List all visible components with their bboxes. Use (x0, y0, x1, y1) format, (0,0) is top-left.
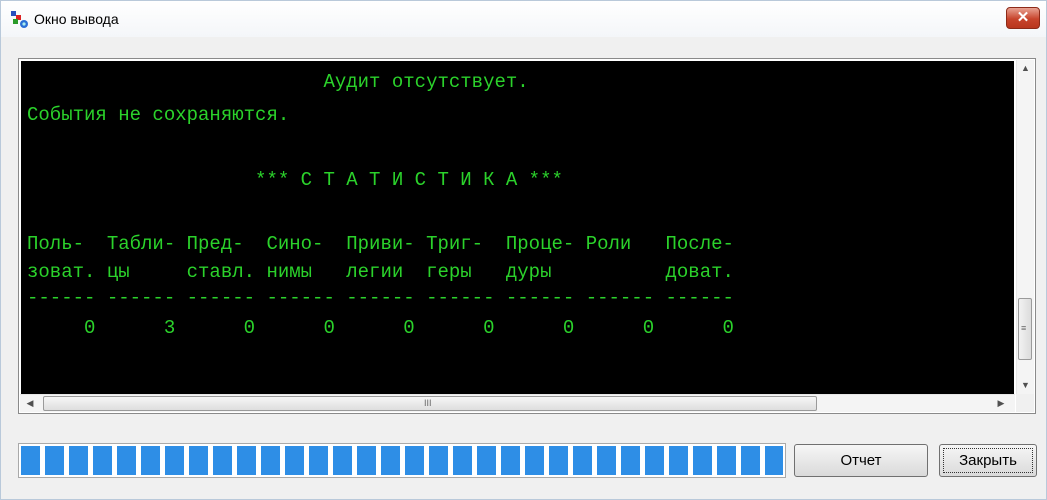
close-window-button[interactable]: ✕ (1006, 7, 1040, 29)
title-bar[interactable]: Окно вывода ✕ (1, 1, 1046, 37)
output-line-audit: Аудит отсутствует. (27, 71, 529, 93)
horizontal-scrollbar[interactable]: ◀ III ▶ (20, 394, 1015, 412)
close-button[interactable]: Закрыть (939, 444, 1037, 477)
h-grip-icon: III (424, 398, 432, 408)
scroll-left-arrow-icon[interactable]: ◀ (23, 395, 37, 412)
output-line-stat-header: *** С Т А Т И С Т И К А *** (27, 169, 563, 191)
output-line-events: События не сохраняются. (27, 104, 290, 126)
output-line-columns-1: Поль- Табли- Пред- Сино- Приви- Триг- Пр… (27, 233, 734, 255)
output-window: Окно вывода ✕ Аудит отсутствует. События… (0, 0, 1047, 500)
scroll-down-arrow-icon[interactable]: ▼ (1017, 377, 1034, 394)
window-title: Окно вывода (34, 11, 119, 27)
v-grip-icon: ≡ (1021, 323, 1027, 333)
report-button[interactable]: Отчет (794, 444, 928, 477)
output-window-icon (10, 10, 30, 30)
output-line-columns-2: зоват. цы ставл. нимы легии геры дуры до… (27, 261, 734, 283)
progress-bar (18, 443, 786, 478)
scroll-right-arrow-icon[interactable]: ▶ (994, 395, 1008, 412)
output-text-area[interactable]: Аудит отсутствует. События не сохраняютс… (21, 61, 1014, 394)
output-line-values: 0 3 0 0 0 0 0 0 0 (27, 317, 734, 339)
progress-bar-fill (21, 446, 783, 475)
scrollbar-corner (1016, 394, 1034, 412)
output-line-separator: ------ ------ ------ ------ ------ -----… (27, 287, 734, 309)
close-icon: ✕ (1016, 9, 1030, 26)
close-button-label: Закрыть (943, 448, 1033, 473)
vertical-scroll-thumb[interactable]: ≡ (1018, 298, 1032, 360)
scroll-up-arrow-icon[interactable]: ▲ (1017, 60, 1034, 77)
output-panel: Аудит отсутствует. События не сохраняютс… (18, 58, 1036, 414)
horizontal-scroll-thumb[interactable]: III (43, 396, 817, 411)
vertical-scrollbar[interactable]: ▲ ≡ ▼ (1016, 60, 1034, 394)
